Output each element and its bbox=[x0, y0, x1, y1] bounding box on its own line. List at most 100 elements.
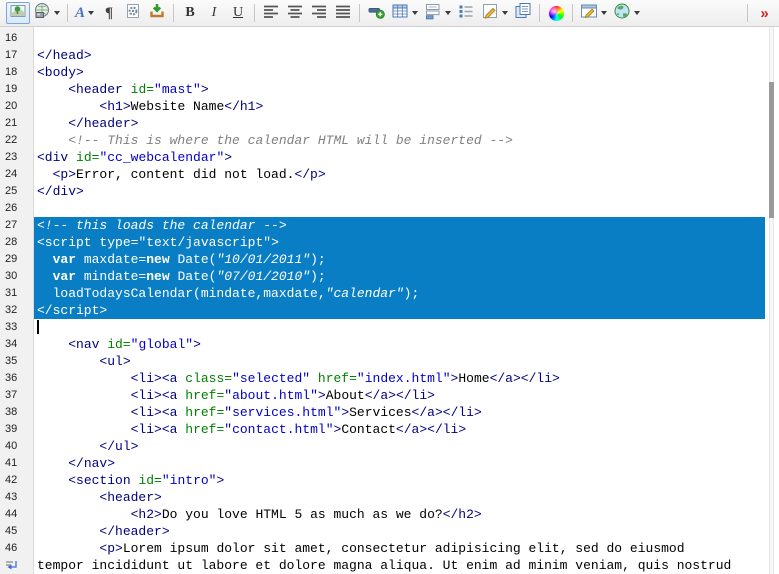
insert-rule-button[interactable] bbox=[364, 2, 388, 24]
edit-window-button[interactable] bbox=[577, 2, 610, 24]
code-line[interactable]: 28<script type="text/javascript"> bbox=[0, 234, 779, 251]
line-number[interactable]: 44 bbox=[0, 506, 34, 523]
browser-preview-button[interactable] bbox=[610, 2, 643, 24]
line-number[interactable]: 43 bbox=[0, 489, 34, 506]
code-line[interactable]: 24 <p>Error, content did not load.</p> bbox=[0, 166, 779, 183]
line-number[interactable]: 30 bbox=[0, 268, 34, 285]
code-line-text[interactable]: </header> bbox=[34, 523, 765, 540]
code-line[interactable]: 19 <header id="mast"> bbox=[0, 81, 779, 98]
line-number[interactable]: 16 bbox=[0, 30, 34, 47]
code-line[interactable]: 26 bbox=[0, 200, 779, 217]
paragraph-marks-button[interactable]: ¶ bbox=[97, 2, 121, 24]
line-number[interactable]: 22 bbox=[0, 132, 34, 149]
code-line[interactable]: 33 bbox=[0, 319, 779, 336]
code-line[interactable]: 43 <header> bbox=[0, 489, 779, 506]
bullet-list-button[interactable] bbox=[454, 2, 478, 24]
line-number[interactable]: 26 bbox=[0, 200, 34, 217]
code-line[interactable]: 20 <h1>Website Name</h1> bbox=[0, 98, 779, 115]
code-line-text[interactable]: </nav> bbox=[34, 455, 765, 472]
vertical-scrollbar-thumb[interactable] bbox=[769, 82, 774, 218]
code-line-text[interactable]: <!-- this loads the calendar --> bbox=[34, 217, 765, 234]
code-line[interactable]: 39 <li><a href="contact.html">Contact</a… bbox=[0, 421, 779, 438]
code-line[interactable]: 45 </header> bbox=[0, 523, 779, 540]
font-style-button[interactable]: A bbox=[72, 2, 97, 24]
line-number[interactable]: 17 bbox=[0, 47, 34, 64]
code-line[interactable]: 36 <li><a class="selected" href="index.h… bbox=[0, 370, 779, 387]
line-number[interactable]: 39 bbox=[0, 421, 34, 438]
code-line-text[interactable]: var maxdate=new Date("10/01/2011"); bbox=[34, 251, 765, 268]
code-line[interactable]: 16 bbox=[0, 30, 779, 47]
code-line-text[interactable] bbox=[34, 200, 765, 217]
code-line[interactable]: 17</head> bbox=[0, 47, 779, 64]
code-line-text[interactable]: <script type="text/javascript"> bbox=[34, 234, 765, 251]
line-number[interactable]: 21 bbox=[0, 115, 34, 132]
insert-snippet-button[interactable] bbox=[121, 2, 145, 24]
code-editor[interactable]: 1617</head>18<body>19 <header id="mast">… bbox=[0, 27, 779, 574]
align-left-button[interactable] bbox=[259, 2, 283, 24]
edit-page-button[interactable] bbox=[478, 2, 511, 24]
code-line[interactable]: 35 <ul> bbox=[0, 353, 779, 370]
code-line-text[interactable] bbox=[34, 30, 765, 47]
code-line-text[interactable]: <p>Error, content did not load.</p> bbox=[34, 166, 765, 183]
line-number[interactable]: 29 bbox=[0, 251, 34, 268]
code-line[interactable]: 31 loadTodaysCalendar(mindate,maxdate,"c… bbox=[0, 285, 779, 302]
code-line-text[interactable]: <header> bbox=[34, 489, 765, 506]
code-line[interactable]: 18<body> bbox=[0, 64, 779, 81]
code-line[interactable]: 34 <nav id="global"> bbox=[0, 336, 779, 353]
code-line-text[interactable]: <ul> bbox=[34, 353, 765, 370]
code-line[interactable]: 41 </nav> bbox=[0, 455, 779, 472]
line-number[interactable]: 42 bbox=[0, 472, 34, 489]
line-number[interactable]: 24 bbox=[0, 166, 34, 183]
code-line[interactable]: 38 <li><a href="services.html">Services<… bbox=[0, 404, 779, 421]
copy-layers-button[interactable] bbox=[511, 2, 535, 24]
color-picker-button[interactable] bbox=[544, 2, 568, 24]
code-line[interactable]: 25</div> bbox=[0, 183, 779, 200]
line-number[interactable]: 33 bbox=[0, 319, 34, 336]
code-line-text[interactable]: <li><a href="services.html">Services</a>… bbox=[34, 404, 765, 421]
line-number[interactable]: 41 bbox=[0, 455, 34, 472]
line-number[interactable]: 46 bbox=[0, 540, 34, 557]
line-number[interactable]: 25 bbox=[0, 183, 34, 200]
code-line-text[interactable]: <div id="cc_webcalendar"> bbox=[34, 149, 765, 166]
code-line-text[interactable]: <!-- This is where the calendar HTML wil… bbox=[34, 132, 765, 149]
code-line-text[interactable]: <section id="intro"> bbox=[34, 472, 765, 489]
line-number[interactable]: 19 bbox=[0, 81, 34, 98]
insert-media-button[interactable] bbox=[30, 2, 63, 24]
code-line[interactable]: 29 var maxdate=new Date("10/01/2011"); bbox=[0, 251, 779, 268]
code-line[interactable]: 32</script> bbox=[0, 302, 779, 319]
align-center-button[interactable] bbox=[283, 2, 307, 24]
line-number[interactable]: 32 bbox=[0, 302, 34, 319]
code-line-text[interactable] bbox=[34, 319, 765, 336]
line-number[interactable]: 20 bbox=[0, 98, 34, 115]
line-number[interactable]: 45 bbox=[0, 523, 34, 540]
code-line[interactable]: 46 <p>Lorem ipsum dolor sit amet, consec… bbox=[0, 540, 779, 557]
code-line-text[interactable]: </ul> bbox=[34, 438, 765, 455]
code-line[interactable]: 21 </header> bbox=[0, 115, 779, 132]
align-right-button[interactable] bbox=[307, 2, 331, 24]
insert-image-button[interactable] bbox=[6, 2, 30, 24]
line-number[interactable]: 40 bbox=[0, 438, 34, 455]
line-number[interactable]: 36 bbox=[0, 370, 34, 387]
code-line-text[interactable]: </script> bbox=[34, 302, 765, 319]
line-number[interactable]: 34 bbox=[0, 336, 34, 353]
code-line-text[interactable]: loadTodaysCalendar(mindate,maxdate,"cale… bbox=[34, 285, 765, 302]
code-line-text[interactable]: <header id="mast"> bbox=[34, 81, 765, 98]
line-number[interactable]: 28 bbox=[0, 234, 34, 251]
code-line[interactable]: tempor incididunt ut labore et dolore ma… bbox=[0, 557, 779, 574]
code-line[interactable]: 44 <h2>Do you love HTML 5 as much as we … bbox=[0, 506, 779, 523]
toolbar-overflow-button[interactable]: » bbox=[752, 2, 776, 24]
code-line[interactable]: 37 <li><a href="about.html">About</a></l… bbox=[0, 387, 779, 404]
bold-button[interactable]: B bbox=[178, 2, 202, 24]
code-line-text[interactable]: <li><a href="contact.html">Contact</a></… bbox=[34, 421, 765, 438]
code-line-text[interactable]: </div> bbox=[34, 183, 765, 200]
code-line[interactable]: 22 <!-- This is where the calendar HTML … bbox=[0, 132, 779, 149]
code-line-text[interactable]: <li><a class="selected" href="index.html… bbox=[34, 370, 765, 387]
underline-button[interactable]: U bbox=[226, 2, 250, 24]
line-number[interactable]: 23 bbox=[0, 149, 34, 166]
code-line-text[interactable]: <p>Lorem ipsum dolor sit amet, consectet… bbox=[34, 540, 765, 557]
code-line[interactable]: 42 <section id="intro"> bbox=[0, 472, 779, 489]
line-number[interactable]: 37 bbox=[0, 387, 34, 404]
code-line[interactable]: 27<!-- this loads the calendar --> bbox=[0, 217, 779, 234]
insert-table-button[interactable] bbox=[388, 2, 421, 24]
line-number[interactable]: 31 bbox=[0, 285, 34, 302]
